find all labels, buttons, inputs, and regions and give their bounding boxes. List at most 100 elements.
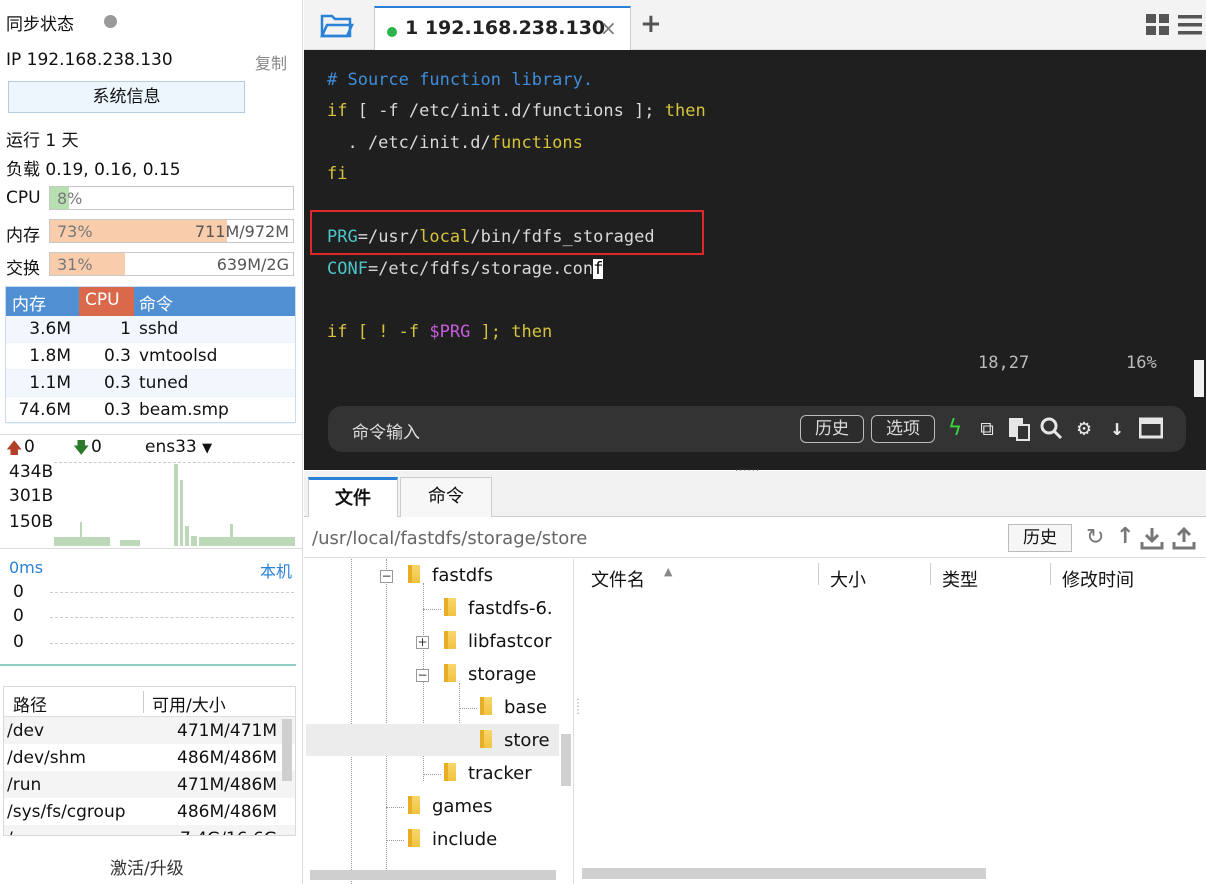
table-row[interactable]: /sys/fs/cgroup 486M/486M [4, 798, 295, 825]
collapse-icon[interactable]: − [380, 570, 393, 583]
disk-size: 471M/486M [177, 775, 277, 795]
tree-node-label: storage [468, 664, 537, 685]
disk-path: /run [7, 775, 42, 795]
file-list: 文件名 ▲ 大小 类型 修改时间 [580, 559, 1206, 884]
proc-header-cpu[interactable]: CPU [85, 290, 120, 310]
table-row[interactable]: /run 471M/486M [4, 771, 295, 798]
keyword: functions [490, 133, 583, 153]
collapse-icon[interactable]: − [416, 669, 429, 682]
net-up-value: 0 [24, 437, 35, 457]
latency-value: 0 [13, 582, 24, 602]
tree-node-libfastcor[interactable]: libfastcor [444, 631, 552, 652]
disk-header-path[interactable]: 路径 [13, 691, 47, 716]
tree-guide [386, 807, 404, 808]
latency-grid [50, 592, 294, 593]
cursor-position: 18,27 [978, 353, 1030, 373]
table-row[interactable]: 74.6M 0.3 beam.smp [6, 397, 295, 424]
copy-ip-button[interactable]: 复制 [255, 50, 287, 74]
expand-icon[interactable]: + [416, 636, 429, 649]
tree-guide [423, 609, 441, 610]
latency-grid [50, 643, 294, 644]
history-button[interactable]: 历史 [800, 415, 864, 443]
arrow-down-icon[interactable]: ↓ [1104, 415, 1130, 443]
close-icon[interactable]: × [600, 16, 617, 40]
table-row[interactable]: 1.1M 0.3 tuned [6, 370, 295, 397]
latency-host-button[interactable]: 本机 [260, 558, 292, 582]
keyword: then [664, 101, 706, 121]
tab-session-1[interactable]: 1 192.168.238.130 × [374, 6, 631, 50]
cpu-usage-bar: 8% [49, 186, 294, 210]
keyword: then [511, 322, 553, 342]
table-row[interactable]: 3.6M 1 sshd [6, 316, 295, 343]
lightning-icon[interactable]: ϟ [942, 415, 968, 443]
tab-commands[interactable]: 命令 [400, 477, 492, 517]
command-input[interactable]: 命令输入 [352, 418, 420, 443]
tree-node-label: fastdfs [432, 565, 493, 586]
tree-node-base[interactable]: base [480, 697, 547, 718]
net-iface-select[interactable]: ens33 ▼ [145, 437, 212, 457]
path-input[interactable]: /usr/local/fastdfs/storage/store [312, 528, 587, 549]
tree-node-fastdfs[interactable]: fastdfs [408, 565, 493, 586]
tree-scrollbar[interactable] [561, 734, 571, 786]
proc-header-mem[interactable]: 内存 [12, 290, 46, 315]
code-text: [ ! -f [347, 322, 430, 342]
paste-icon[interactable] [1006, 415, 1032, 443]
terminal-pane[interactable]: # Source function library. if [ -f /etc/… [304, 50, 1206, 470]
table-row[interactable]: 1.8M 0.3 vmtoolsd [6, 343, 295, 370]
disk-table: 路径 可用/大小 /dev 471M/471M/dev/shm 486M/486M /… [3, 686, 296, 836]
search-icon[interactable] [1038, 415, 1064, 443]
file-header-mtime[interactable]: 修改时间 [1062, 566, 1134, 592]
disk-path: /sys/fs/cgroup [7, 802, 126, 822]
net-traffic-chart [54, 462, 295, 546]
table-row[interactable]: / 7.4G/16.6G [4, 825, 295, 835]
file-header-name[interactable]: 文件名 [591, 566, 645, 592]
gear-icon[interactable]: ⚙ [1071, 415, 1097, 443]
refresh-icon[interactable]: ↻ [1086, 525, 1104, 550]
disk-path: / [7, 829, 13, 835]
table-row[interactable]: /dev/shm 486M/486M [4, 744, 295, 771]
download-icon[interactable] [1140, 526, 1164, 550]
options-button[interactable]: 选项 [871, 415, 935, 443]
process-table: 内存 CPU 命令 3.6M 1 sshd 1.8M 0.3 vmtoolsd 1.1M 0.… [5, 286, 296, 424]
disk-scrollbar[interactable] [282, 719, 292, 781]
arrow-up-icon[interactable]: ↑ [1116, 524, 1134, 549]
terminal-scrollbar[interactable] [1194, 360, 1204, 397]
tree-node-games[interactable]: games [408, 796, 492, 817]
disk-table-header: 路径 可用/大小 [4, 687, 295, 717]
sysinfo-button[interactable]: 系统信息 [8, 81, 245, 113]
file-h-scrollbar[interactable] [582, 868, 986, 879]
tree-node-store[interactable]: store [480, 730, 550, 751]
sort-ascending-icon: ▲ [664, 565, 673, 578]
disk-header-size[interactable]: 可用/大小 [152, 691, 226, 716]
disk-path: /dev/shm [7, 748, 86, 768]
net-up-icon: 🡅 [6, 438, 23, 457]
net-down-value: 0 [91, 437, 102, 457]
tree-h-scrollbar[interactable] [310, 870, 556, 880]
grid-layout-icon[interactable] [1146, 14, 1170, 36]
path-history-button[interactable]: 历史 [1008, 524, 1072, 552]
tree-node-storage[interactable]: storage [444, 664, 536, 685]
window-icon[interactable] [1138, 415, 1164, 443]
upload-icon[interactable] [1172, 526, 1196, 550]
folder-open-icon[interactable] [320, 10, 354, 40]
net-bar [191, 536, 197, 546]
copy-icon[interactable]: ⧉ [974, 415, 1000, 443]
proc-header-cmd[interactable]: 命令 [139, 290, 173, 315]
tree-node-fastdfs-6[interactable]: fastdfs-6. [444, 598, 553, 619]
activate-upgrade-link[interactable]: 激活/升级 [110, 854, 184, 879]
menu-icon[interactable] [1178, 14, 1202, 36]
latency-value: 0 [13, 632, 24, 652]
column-separator [818, 563, 819, 585]
add-tab-button[interactable]: + [640, 9, 662, 39]
tab-files[interactable]: 文件 [308, 477, 398, 517]
file-header-type[interactable]: 类型 [942, 566, 978, 592]
file-header-size[interactable]: 大小 [830, 566, 866, 592]
net-bar [230, 524, 233, 546]
path-bar: /usr/local/fastdfs/storage/store 历史 ↻ ↑ [304, 518, 1206, 558]
proc-cmd: vmtoolsd [139, 346, 218, 366]
swap-usage-bar: 31% 639M/2G [49, 252, 294, 276]
table-row[interactable]: /dev 471M/471M [4, 717, 295, 744]
folder-icon [480, 697, 492, 715]
tree-node-include[interactable]: include [408, 829, 497, 850]
tree-node-tracker[interactable]: tracker [444, 763, 532, 784]
